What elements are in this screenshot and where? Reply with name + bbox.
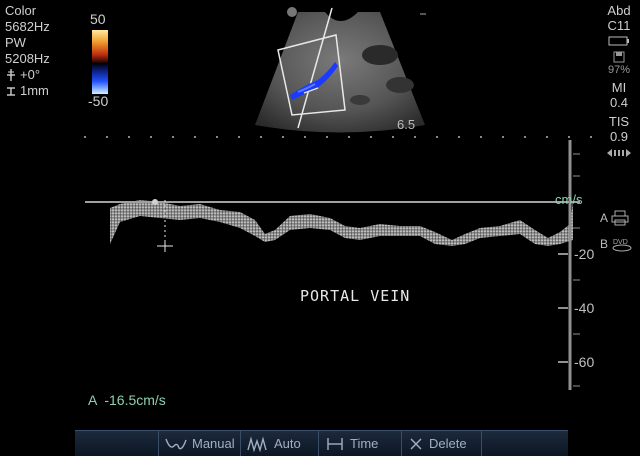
auto-trace-icon xyxy=(247,435,267,452)
tis-value: 0.9 xyxy=(609,129,629,144)
velocity-measurement: A -16.5cm/s xyxy=(88,392,166,408)
velocity-tick-20: -20 xyxy=(574,246,594,262)
delete-icon xyxy=(410,438,422,449)
gate-size-icon xyxy=(7,87,15,96)
toolbar-empty-slot xyxy=(481,431,568,456)
tis-label: TIS xyxy=(608,114,630,129)
velocity-tick-40: -40 xyxy=(574,300,594,316)
manual-trace-button[interactable]: Manual xyxy=(158,431,240,456)
delete-button[interactable]: Delete xyxy=(401,431,481,456)
left-parameters: Color 5682Hz PW 5208Hz +0° 1mm xyxy=(5,3,50,99)
probe-label: C11 xyxy=(607,18,631,33)
time-measure-button[interactable]: Time xyxy=(318,431,401,456)
velocity-tick-60: -60 xyxy=(574,354,594,370)
velocity-unit: cm/s xyxy=(555,192,583,207)
pw-prf-label: 5208Hz xyxy=(5,51,50,66)
auto-label: Auto xyxy=(274,436,301,451)
depth-label: 6.5 xyxy=(397,117,416,132)
orientation-marker xyxy=(287,7,297,17)
cine-arrows-icon[interactable] xyxy=(606,148,632,158)
right-parameters: Abd C11 97% MI 0.4 TIS 0.9 xyxy=(598,3,640,158)
printer-icon xyxy=(611,210,629,226)
manual-trace-icon xyxy=(165,438,187,449)
auto-trace-button[interactable]: Auto xyxy=(240,431,318,456)
dvd-icon: DVD xyxy=(612,239,632,252)
printer-b-label: B xyxy=(600,237,609,251)
save-icon[interactable] xyxy=(613,51,625,63)
printer-a-label: A xyxy=(600,211,609,225)
portal-vein-annotation[interactable]: PORTAL VEIN xyxy=(300,287,410,305)
angle-correct-icon xyxy=(7,69,15,81)
spectral-envelope xyxy=(110,200,573,246)
mi-value: 0.4 xyxy=(609,95,629,110)
spectral-doppler-display[interactable]: -20 -40 -60 xyxy=(80,140,600,390)
manual-label: Manual xyxy=(192,436,235,451)
color-scale-bottom: -50 xyxy=(88,93,109,109)
color-mode-label: Color xyxy=(5,3,37,18)
battery-percent: 97% xyxy=(607,64,631,76)
mi-label: MI xyxy=(611,80,627,95)
time-measure-icon xyxy=(327,437,343,450)
color-scale-top: 50 xyxy=(90,11,106,27)
color-scale-bar xyxy=(92,30,108,94)
angle-value: +0° xyxy=(20,67,41,82)
printer-b-row[interactable]: B DVD xyxy=(600,236,633,252)
time-label: Time xyxy=(350,436,379,451)
delete-label: Delete xyxy=(429,436,467,451)
printer-a-row[interactable]: A xyxy=(600,210,629,226)
gate-size-value: 1mm xyxy=(20,83,49,98)
preset-label: Abd xyxy=(607,3,631,18)
measurement-toolbar: Manual Auto Time Delete xyxy=(75,430,568,456)
color-prf-label: 5682Hz xyxy=(5,19,50,34)
pw-mode-label: PW xyxy=(5,35,26,50)
battery-icon xyxy=(608,36,629,46)
